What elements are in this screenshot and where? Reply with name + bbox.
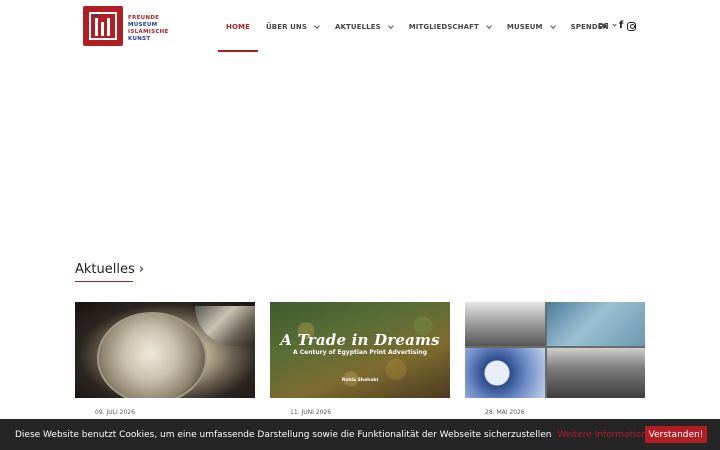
chevron-down-icon bbox=[611, 22, 617, 27]
cookie-more-info-link[interactable]: Weitere Informationen bbox=[557, 430, 658, 440]
social-links: f bbox=[619, 20, 637, 32]
cover-title: A Trade in Dreams bbox=[280, 331, 440, 349]
chevron-down-icon bbox=[549, 22, 556, 29]
language-switcher[interactable]: DE bbox=[598, 22, 617, 30]
logo-line: ISLAMISCHE bbox=[128, 29, 169, 35]
cookie-message: Diese Website benutzt Cookies, um eine u… bbox=[15, 430, 658, 440]
card-date: 09. JULI 2026 bbox=[95, 409, 135, 416]
logo-line: FREUNDE bbox=[128, 15, 160, 21]
nav-item-ueber-uns[interactable]: ÜBER UNS bbox=[265, 0, 320, 54]
nav-item-aktuelles[interactable]: AKTUELLES bbox=[334, 0, 394, 54]
card-date: 11. JUNI 2026 bbox=[290, 409, 332, 416]
chevron-down-icon bbox=[387, 22, 394, 29]
main-nav: HOME ÜBER UNS AKTUELLES MITGLIEDSCHAFT M… bbox=[218, 0, 625, 54]
logo-wordmark: FREUNDE MUSEUM ISLAMISCHE KUNST bbox=[128, 15, 169, 43]
logo-mark bbox=[83, 6, 123, 46]
cookie-banner: Diese Website benutzt Cookies, um eine u… bbox=[0, 419, 720, 450]
nav-item-museum[interactable]: MUSEUM bbox=[506, 0, 556, 54]
silver-bowl-photo bbox=[75, 302, 255, 404]
nav-item-home[interactable]: HOME bbox=[218, 0, 258, 54]
news-section-title[interactable]: Aktuelles › bbox=[75, 262, 144, 277]
language-label: DE bbox=[598, 22, 609, 30]
instagram-icon[interactable] bbox=[627, 21, 637, 31]
nav-item-label: AKTUELLES bbox=[334, 23, 381, 31]
logo-line: MUSEUM bbox=[128, 22, 158, 28]
site-logo[interactable]: FREUNDE MUSEUM ISLAMISCHE KUNST bbox=[83, 6, 169, 46]
book-cover-image: A Trade in Dreams A Century of Egyptian … bbox=[270, 302, 450, 398]
nav-item-label: ÜBER UNS bbox=[265, 23, 307, 31]
nav-item-label: MITGLIEDSCHAFT bbox=[408, 23, 479, 31]
cover-author: Rahia Shehabi bbox=[341, 378, 379, 383]
section-underline bbox=[75, 281, 133, 282]
nav-item-label: HOME bbox=[226, 23, 250, 31]
site-header: FREUNDE MUSEUM ISLAMISCHE KUNST HOME ÜBE… bbox=[0, 0, 720, 56]
nav-item-label: MUSEUM bbox=[506, 23, 543, 31]
cookie-text: Diese Website benutzt Cookies, um eine u… bbox=[15, 430, 552, 440]
chevron-down-icon bbox=[314, 22, 320, 29]
logo-line: KUNST bbox=[128, 36, 151, 42]
facebook-icon[interactable]: f bbox=[619, 20, 623, 32]
museum-collage-image bbox=[465, 302, 645, 398]
cover-subtitle: A Century of Egyptian Print Advertising bbox=[293, 349, 427, 356]
cookie-accept-button[interactable]: Verstanden! bbox=[645, 426, 707, 443]
chevron-down-icon bbox=[486, 22, 492, 29]
nav-item-mitgliedschaft[interactable]: MITGLIEDSCHAFT bbox=[408, 0, 492, 54]
card-date: 28. MAI 2026 bbox=[485, 409, 525, 416]
